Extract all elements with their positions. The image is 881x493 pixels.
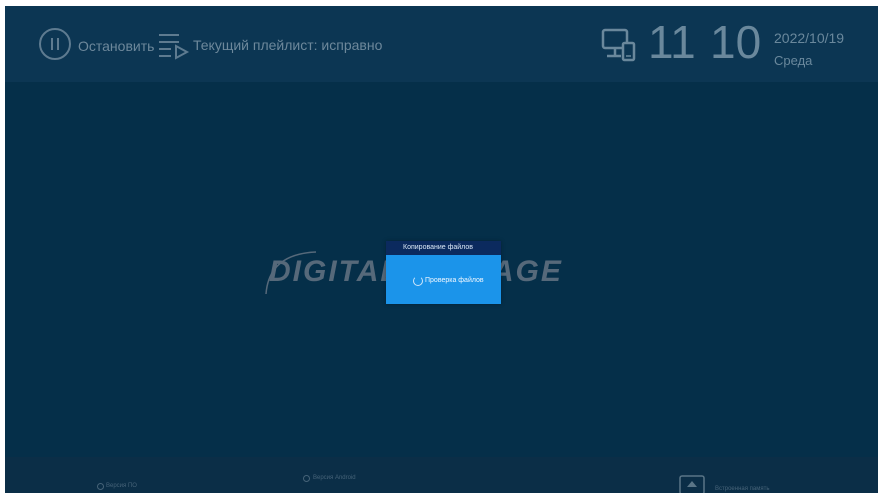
weekday-label: Среда [774, 53, 813, 68]
signage-screen: Остановить Текущий плейлист: исправно 11… [5, 6, 878, 493]
device-icon [601, 28, 636, 62]
clock-hour: 11 [648, 16, 696, 68]
info-bar: Версия ПО Версия Android Встроенная памя… [5, 457, 878, 493]
playlist-status: Текущий плейлист: исправно [193, 37, 383, 53]
dialog-title: Копирование файлов [386, 241, 501, 255]
software-version-label: Версия ПО [106, 483, 137, 489]
date-label: 2022/10/19 [774, 30, 845, 46]
dialog-status: Проверка файлов [425, 277, 484, 284]
spinner-icon [413, 276, 423, 286]
playlist-icon [159, 34, 190, 60]
android-version-label: Версия Android [313, 475, 356, 481]
storage-icon [679, 475, 705, 493]
clock-minute: 10 [710, 16, 762, 68]
copy-files-dialog: Копирование файлов Проверка файлов [386, 241, 501, 304]
stop-button[interactable]: Остановить [78, 38, 154, 54]
status-bar: Остановить Текущий плейлист: исправно 11… [5, 6, 878, 82]
storage-label: Встроенная память [715, 486, 770, 492]
android-version-icon [303, 475, 310, 482]
software-version-icon [97, 483, 104, 490]
pause-icon[interactable] [39, 28, 71, 60]
